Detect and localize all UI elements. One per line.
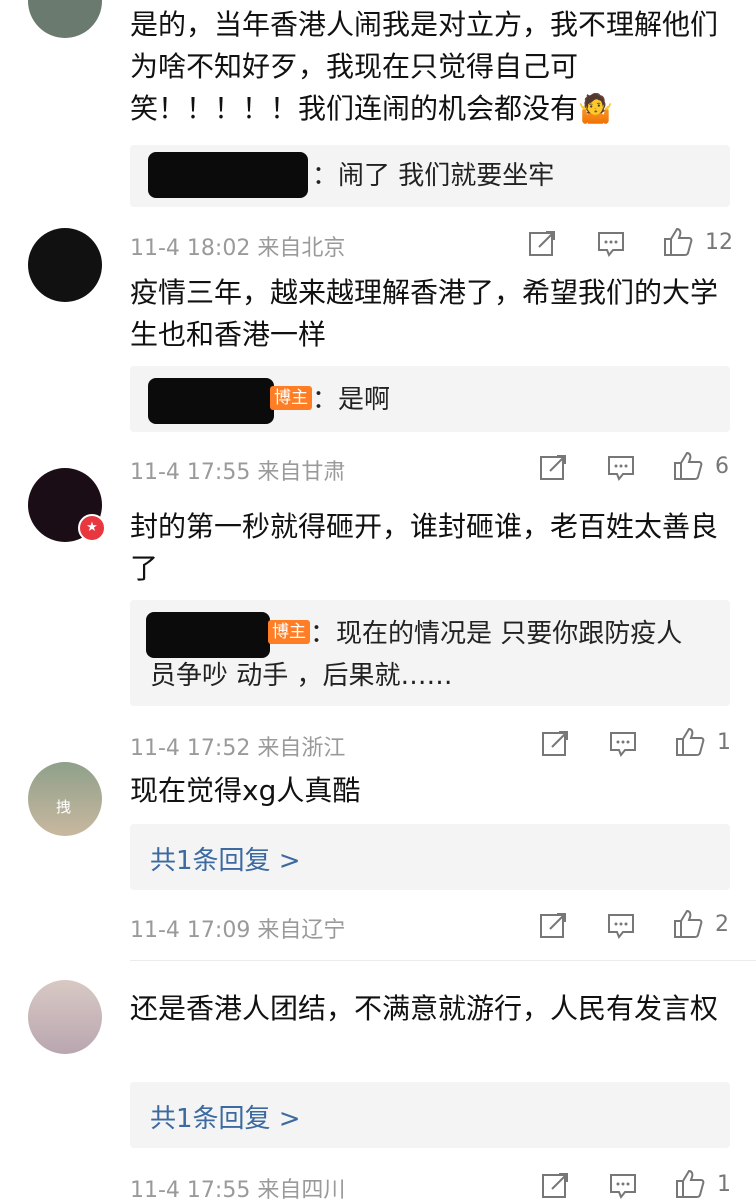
- reply-text: ：闹了 我们就要坐牢: [312, 161, 555, 191]
- more-replies-link[interactable]: 共1条回复 >: [150, 1098, 301, 1135]
- repost-icon[interactable]: [540, 1170, 570, 1200]
- blogger-badge: 博主: [270, 386, 312, 410]
- like-icon[interactable]: [674, 726, 705, 756]
- like-count: 2: [715, 912, 729, 937]
- comment-icon[interactable]: [606, 910, 636, 940]
- avatar[interactable]: [28, 228, 102, 302]
- like-icon[interactable]: [672, 908, 703, 938]
- like-count: 12: [705, 230, 733, 255]
- comment-meta: 11-4 17:55 来自甘肃: [130, 460, 346, 485]
- repost-icon[interactable]: [527, 228, 557, 258]
- like-count: 1: [717, 1172, 731, 1197]
- comment-text: 封的第一秒就得砸开，谁封砸谁，老百姓太善良了: [130, 510, 719, 585]
- repost-icon[interactable]: [538, 452, 568, 482]
- redacted-username: [148, 378, 274, 424]
- avatar[interactable]: [28, 0, 102, 38]
- reply-text-line1: ：现在的情况是 只要你跟防疫人: [310, 619, 683, 649]
- avatar[interactable]: 拽: [28, 762, 102, 836]
- avatar[interactable]: [28, 980, 102, 1054]
- comment-text: 现在觉得xg人真酷: [130, 774, 361, 807]
- redacted-username: [148, 152, 308, 198]
- like-icon[interactable]: [674, 1168, 705, 1198]
- blogger-badge: 博主: [268, 620, 310, 644]
- comment-meta: 11-4 17:52 来自浙江: [130, 736, 346, 761]
- verified-badge: ★: [78, 514, 106, 542]
- comment-meta: 11-4 17:09 来自辽宁: [130, 918, 346, 943]
- comment-text: 还是香港人团结，不满意就游行，人民有发言权: [130, 992, 719, 1025]
- comment-icon[interactable]: [596, 228, 626, 258]
- reply-text-line2: 员争吵 动手 ，后果就……: [150, 661, 453, 691]
- repost-icon[interactable]: [540, 728, 570, 758]
- comment-text: 是的，当年香港人闹我是对立方，我不理解他们为啥不知好歹，我现在只觉得自己可笑！！…: [130, 8, 719, 125]
- comment-meta: 11-4 18:02 来自北京: [130, 236, 346, 261]
- like-count: 6: [715, 454, 729, 479]
- comment-icon[interactable]: [608, 1170, 638, 1200]
- like-icon[interactable]: [662, 226, 693, 256]
- repost-icon[interactable]: [538, 910, 568, 940]
- like-count: 1: [717, 730, 731, 755]
- divider: [130, 960, 756, 961]
- redacted-username: [146, 612, 270, 658]
- comment-meta: 11-4 17:55 来自四川: [130, 1178, 346, 1203]
- more-replies-link[interactable]: 共1条回复 >: [150, 840, 301, 877]
- comment-icon[interactable]: [606, 452, 636, 482]
- comment-icon[interactable]: [608, 728, 638, 758]
- reply-text: ：是啊: [312, 385, 391, 415]
- avatar-label: 拽: [56, 798, 72, 816]
- comment-text: 疫情三年，越来越理解香港了，希望我们的大学生也和香港一样: [130, 276, 719, 351]
- like-icon[interactable]: [672, 450, 703, 480]
